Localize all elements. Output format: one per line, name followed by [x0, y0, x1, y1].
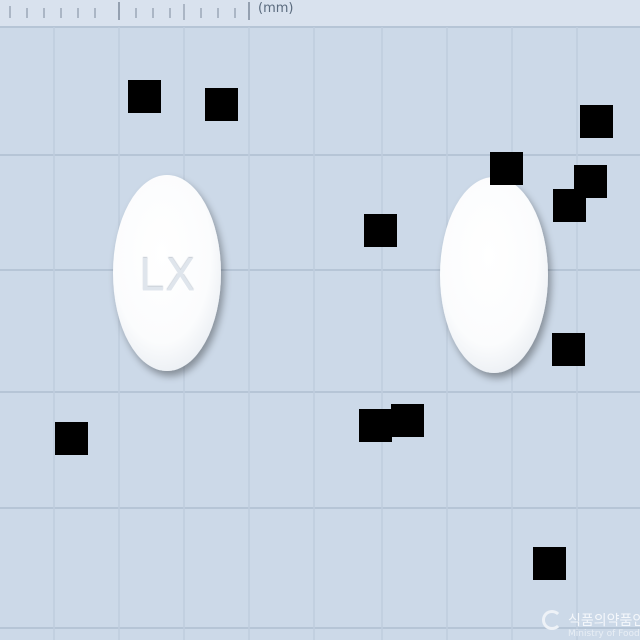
- redaction-block: [553, 189, 586, 222]
- redaction-block: [359, 409, 392, 442]
- redaction-block: [391, 404, 424, 437]
- tablet-back: [440, 177, 548, 373]
- ruler-unit-label: (mm): [258, 1, 294, 16]
- redaction-block: [580, 105, 613, 138]
- redaction-block: [490, 152, 523, 185]
- tablet-imprint: LX: [138, 249, 198, 302]
- watermark-subtext: Ministry of Food and Drug Safety: [568, 629, 640, 639]
- agency-watermark: 식품의약품안전처 Ministry of Food and Drug Safet…: [540, 606, 640, 640]
- redaction-block: [205, 88, 238, 121]
- ruler-strip: [0, 0, 640, 26]
- redaction-block: [128, 80, 161, 113]
- redaction-block: [533, 547, 566, 580]
- photo-stage: (mm) LX 식품의약품안전처 Ministry of Food and Dr…: [0, 0, 640, 640]
- redaction-block: [55, 422, 88, 455]
- agency-logo-icon: [542, 610, 562, 630]
- grid-backdrop: [0, 0, 640, 640]
- redaction-block: [364, 214, 397, 247]
- redaction-block: [552, 333, 585, 366]
- watermark-text: 식품의약품안전처: [568, 613, 640, 629]
